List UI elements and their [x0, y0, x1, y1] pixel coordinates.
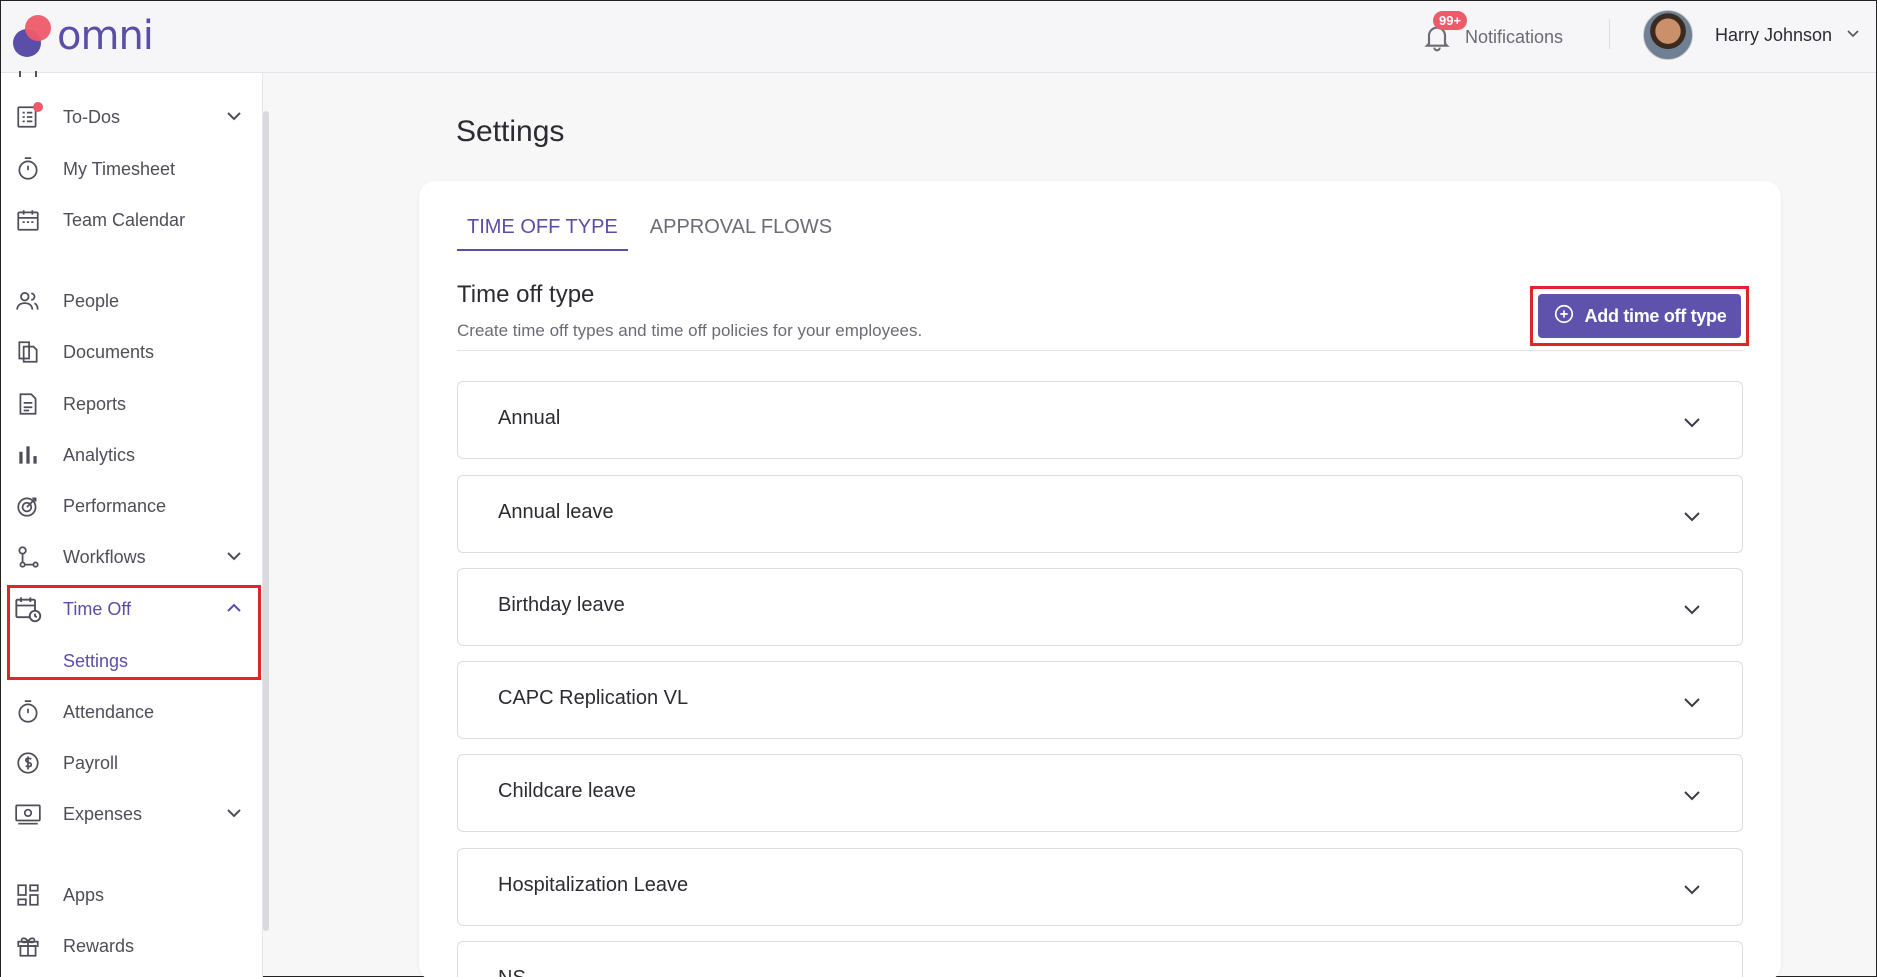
chevron-down-icon[interactable] [1682, 506, 1702, 531]
tab-approval-flows[interactable]: APPROVAL FLOWS [640, 211, 842, 251]
documents-icon [13, 337, 43, 367]
time-off-type-row[interactable]: Annual [457, 381, 1743, 459]
time-off-type-name: Childcare leave [498, 780, 636, 802]
sidebar-item-label: To-Dos [63, 106, 121, 127]
sidebar-item-label: Reports [63, 393, 127, 414]
time-off-type-row[interactable]: NS [457, 941, 1743, 977]
time-off-type-name: Birthday leave [498, 594, 625, 616]
chevron-down-icon [1846, 26, 1860, 45]
sidebar-item-label: Expenses [63, 803, 143, 824]
sidebar-item-workflows[interactable]: Workflows [13, 537, 253, 577]
chevron-up-icon[interactable] [225, 599, 243, 622]
sidebar-subitem-settings[interactable]: Settings [63, 651, 128, 672]
sidebar-item-label: Rewards [63, 935, 135, 956]
top-bar: omni 99+ Notifications Harry Johnson [1, 1, 1876, 73]
sidebar-item-label: My Timesheet [63, 158, 176, 179]
sidebar-item-performance[interactable]: Performance [13, 486, 253, 526]
section-divider [457, 350, 1743, 351]
money-icon [13, 799, 43, 829]
report-icon [13, 389, 43, 419]
time-off-type-row[interactable]: Hospitalization Leave [457, 848, 1743, 926]
page-title: Settings [456, 115, 565, 148]
time-off-type-name: Annual [498, 407, 561, 429]
chevron-down-icon[interactable] [225, 107, 243, 130]
sidebar-item-documents[interactable]: Documents [13, 332, 253, 372]
chevron-down-icon[interactable] [225, 547, 243, 570]
sidebar-item-label: Analytics [63, 444, 136, 465]
notifications-label: Notifications [1465, 26, 1564, 47]
header-divider [1609, 19, 1610, 49]
sidebar-item-label: Team Calendar [63, 209, 186, 230]
chevron-down-icon[interactable] [1682, 785, 1702, 810]
sidebar-item-analytics[interactable]: Analytics [13, 435, 253, 475]
chevron-down-icon[interactable] [1682, 412, 1702, 437]
sidebar-item-people[interactable]: People [13, 281, 253, 321]
sidebar-item-my-timesheet[interactable]: My Timesheet [13, 149, 253, 189]
sidebar-item-attendance[interactable]: Attendance [13, 692, 253, 732]
sidebar-item-todos[interactable]: To-Dos [13, 97, 253, 137]
notifications-button[interactable]: 99+ Notifications [1421, 11, 1564, 59]
sidebar-item-apps[interactable]: Apps [13, 875, 253, 915]
sidebar-item-label: Workflows [63, 546, 146, 567]
sidebar-item-payroll[interactable]: Payroll [13, 743, 253, 783]
time-off-type-name: CAPC Replication VL [498, 687, 689, 709]
sidebar-item-rewards[interactable]: Rewards [13, 926, 253, 966]
time-off-type-row[interactable]: Birthday leave [457, 568, 1743, 646]
calendar-icon [13, 205, 43, 235]
chevron-down-icon[interactable] [1682, 599, 1702, 624]
omni-logo[interactable]: omni [13, 9, 154, 59]
stopwatch-icon [13, 154, 43, 184]
chevron-down-icon[interactable] [1682, 879, 1702, 904]
sidebar-item-label: Payroll [63, 752, 119, 773]
sidebar-item-label: Attendance [63, 701, 155, 722]
workflow-icon [13, 542, 43, 572]
plus-circle-icon [1553, 303, 1575, 330]
bar-chart-icon [13, 440, 43, 470]
time-off-type-name: Hospitalization Leave [498, 874, 689, 896]
add-button-highlight: Add time off type [1530, 286, 1749, 346]
dollar-icon [13, 748, 43, 778]
people-icon [13, 286, 43, 316]
sidebar-item-label: Time Off [63, 598, 132, 619]
time-off-type-row[interactable]: Childcare leave [457, 754, 1743, 832]
dashboard-icon [19, 71, 37, 77]
sidebar-item-label: Documents [63, 341, 155, 362]
calendar-clock-icon [13, 594, 43, 624]
time-off-type-name: Annual leave [498, 501, 614, 523]
sidebar-scrollbar[interactable] [263, 111, 269, 931]
settings-tabs: TIME OFF TYPE APPROVAL FLOWS [457, 211, 842, 251]
todo-list-icon [13, 102, 43, 132]
chevron-down-icon[interactable] [225, 804, 243, 827]
gift-icon [13, 931, 43, 961]
sidebar-item-time-off[interactable]: Time Off [13, 589, 253, 629]
sidebar-item-label: People [63, 290, 120, 311]
add-button-label: Add time off type [1584, 305, 1727, 326]
stopwatch-icon [13, 697, 43, 727]
logo-text: omni [57, 13, 154, 59]
section-subtitle: Create time off types and time off polic… [457, 321, 923, 340]
add-time-off-type-button[interactable]: Add time off type [1538, 294, 1741, 338]
settings-card: TIME OFF TYPE APPROVAL FLOWS Time off ty… [419, 181, 1781, 977]
sidebar-item-team-calendar[interactable]: Team Calendar [13, 200, 253, 240]
tab-time-off-type[interactable]: TIME OFF TYPE [457, 211, 628, 251]
notifications-badge: 99+ [1433, 11, 1468, 30]
target-icon [13, 491, 43, 521]
sidebar-item-reports[interactable]: Reports [13, 384, 253, 424]
sidebar-item-label: Apps [63, 884, 105, 905]
chevron-down-icon[interactable] [1682, 692, 1702, 717]
user-name: Harry Johnson [1715, 24, 1833, 45]
sidebar-item-label: Performance [63, 495, 167, 516]
user-menu[interactable]: Harry Johnson [1643, 9, 1860, 61]
section-title: Time off type [457, 281, 595, 308]
bell-icon: 99+ [1421, 11, 1468, 53]
apps-grid-icon [13, 880, 43, 910]
avatar [1643, 10, 1693, 60]
chevron-down-icon[interactable] [1682, 972, 1702, 977]
todos-alert-dot [33, 102, 43, 112]
time-off-type-row[interactable]: CAPC Replication VL [457, 661, 1743, 739]
time-off-type-name: NS [498, 967, 526, 977]
logo-mark-red [25, 15, 51, 41]
sidebar-item-expenses[interactable]: Expenses [13, 794, 253, 834]
time-off-type-row[interactable]: Annual leave [457, 475, 1743, 553]
